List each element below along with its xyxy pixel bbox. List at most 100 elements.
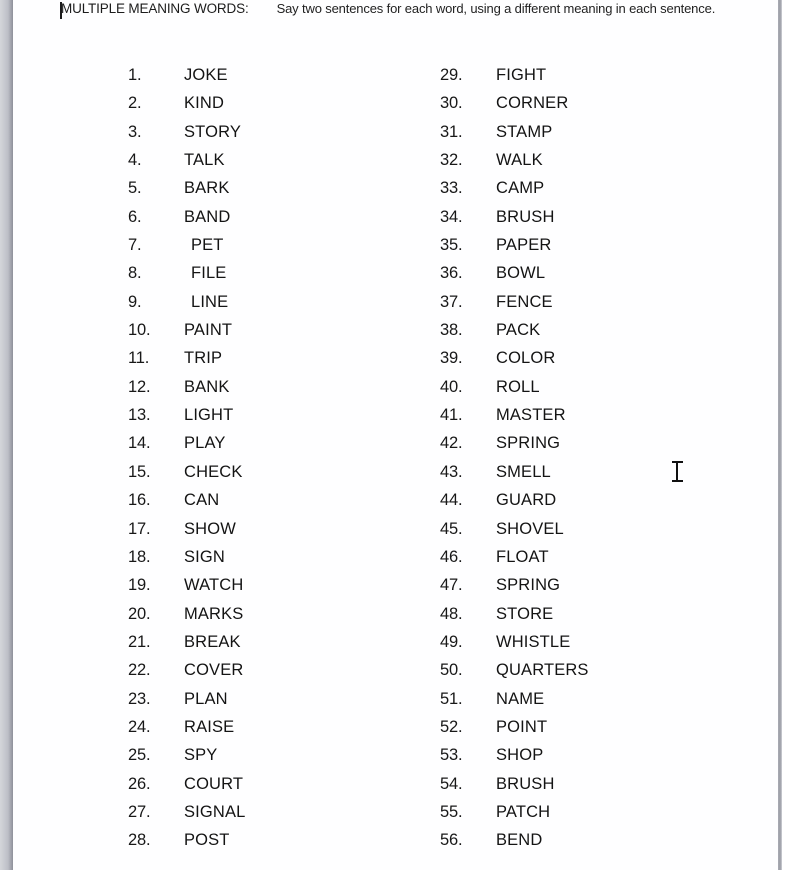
- word-list-item[interactable]: 34. BRUSH: [440, 208, 589, 236]
- word-item-text: STAMP: [496, 122, 553, 141]
- word-item-number: 35.: [440, 236, 463, 255]
- word-item-text: QUARTERS: [496, 661, 589, 680]
- word-list-item[interactable]: 6. BAND: [128, 208, 245, 236]
- word-list-item[interactable]: 2. KIND: [128, 94, 245, 122]
- word-item-text: KIND: [184, 94, 225, 113]
- word-list-item[interactable]: 9. LINE: [128, 293, 245, 321]
- word-list-item[interactable]: 16. CAN: [128, 491, 245, 519]
- word-list-item[interactable]: 32. WALK: [440, 151, 589, 179]
- word-item-number: 55.: [440, 802, 463, 821]
- word-item-number: 11.: [128, 349, 150, 368]
- word-list-item[interactable]: 49. WHISTLE: [440, 633, 589, 661]
- word-list-item[interactable]: 31. STAMP: [440, 123, 589, 151]
- document-page[interactable]: MULTIPLE MEANING WORDS: Say two sentences…: [13, 0, 778, 870]
- word-list-item[interactable]: 18. SIGN: [128, 548, 245, 576]
- word-item-number: 3.: [128, 122, 142, 141]
- word-item-text: BREAK: [184, 632, 241, 651]
- word-item-number: 41.: [440, 406, 463, 425]
- word-list-item[interactable]: 5. BARK: [128, 179, 245, 207]
- word-item-text: BRUSH: [496, 207, 555, 226]
- word-list-item[interactable]: 43. SMELL: [440, 463, 589, 491]
- word-list-item[interactable]: 25. SPY: [128, 746, 245, 774]
- word-item-text: SHOW: [184, 519, 236, 538]
- word-list-item[interactable]: 11. TRIP: [128, 349, 245, 377]
- word-list-item[interactable]: 50. QUARTERS: [440, 661, 589, 689]
- word-item-number: 14.: [128, 434, 151, 453]
- word-item-number: 45.: [440, 519, 463, 538]
- word-list-item[interactable]: 53. SHOP: [440, 746, 589, 774]
- word-list-item[interactable]: 15. CHECK: [128, 463, 245, 491]
- word-item-number: 43.: [440, 462, 463, 481]
- window-left-gutter: [0, 0, 13, 870]
- word-list-item[interactable]: 8. FILE: [128, 264, 245, 292]
- word-list-item[interactable]: 40. ROLL: [440, 378, 589, 406]
- word-item-number: 21.: [128, 632, 151, 651]
- word-list-item[interactable]: 13. LIGHT: [128, 406, 245, 434]
- word-item-number: 6.: [128, 207, 142, 226]
- word-list-item[interactable]: 21. BREAK: [128, 633, 245, 661]
- word-column-left: 1. JOKE 2. KIND 3. STORY 4. TALK 5. BARK 6. BAND 7. P…: [128, 66, 245, 860]
- word-list-item[interactable]: 14. PLAY: [128, 434, 245, 462]
- word-list-item[interactable]: 20. MARKS: [128, 605, 245, 633]
- word-item-number: 52.: [440, 717, 463, 736]
- word-list-item[interactable]: 51. NAME: [440, 690, 589, 718]
- word-item-text: BEND: [496, 831, 543, 850]
- word-item-number: 23.: [128, 689, 151, 708]
- word-list-item[interactable]: 46. FLOAT: [440, 548, 589, 576]
- document-header: MULTIPLE MEANING WORDS: Say two sentences…: [61, 1, 715, 16]
- word-list-item[interactable]: 44. GUARD: [440, 491, 589, 519]
- word-list-item[interactable]: 54. BRUSH: [440, 775, 589, 803]
- word-item-number: 53.: [440, 746, 463, 765]
- word-item-number: 42.: [440, 434, 463, 453]
- word-item-number: 19.: [128, 576, 151, 595]
- word-list-item[interactable]: 28. POST: [128, 831, 245, 859]
- word-list-item[interactable]: 38. PACK: [440, 321, 589, 349]
- word-list-item[interactable]: 27. SIGNAL: [128, 803, 245, 831]
- word-list-item[interactable]: 47. SPRING: [440, 576, 589, 604]
- word-list-item[interactable]: 10. PAINT: [128, 321, 245, 349]
- word-list-item[interactable]: 30. CORNER: [440, 94, 589, 122]
- word-list-item[interactable]: 35. PAPER: [440, 236, 589, 264]
- word-list-item[interactable]: 39. COLOR: [440, 349, 589, 377]
- word-list-item[interactable]: 55. PATCH: [440, 803, 589, 831]
- word-item-number: 30.: [440, 94, 463, 113]
- word-list-item[interactable]: 33. CAMP: [440, 179, 589, 207]
- word-item-text: PAPER: [496, 236, 552, 255]
- header-instruction: Say two sentences for each word, using a…: [276, 1, 716, 16]
- word-list-item[interactable]: 26. COURT: [128, 775, 245, 803]
- word-list-item[interactable]: 37. FENCE: [440, 293, 589, 321]
- word-item-text: WALK: [496, 151, 543, 170]
- word-item-text: PLAN: [184, 689, 228, 708]
- word-item-number: 20.: [128, 604, 151, 623]
- word-item-text: POINT: [496, 717, 548, 736]
- word-list-item[interactable]: 52. POINT: [440, 718, 589, 746]
- word-list-item[interactable]: 1. JOKE: [128, 66, 245, 94]
- word-list-item[interactable]: 19. WATCH: [128, 576, 245, 604]
- word-list-item[interactable]: 3. STORY: [128, 123, 245, 151]
- word-list-item[interactable]: 12. BANK: [128, 378, 245, 406]
- word-item-text: BRUSH: [496, 774, 555, 793]
- word-item-number: 48.: [440, 604, 463, 623]
- word-item-text: MASTER: [496, 406, 566, 425]
- word-list-item[interactable]: 24. RAISE: [128, 718, 245, 746]
- word-list-item[interactable]: 17. SHOW: [128, 520, 245, 548]
- word-list-item[interactable]: 45. SHOVEL: [440, 520, 589, 548]
- word-item-number: 37.: [440, 292, 463, 311]
- word-item-number: 32.: [440, 151, 463, 170]
- word-item-text: SMELL: [496, 462, 551, 481]
- word-list-item[interactable]: 4. TALK: [128, 151, 245, 179]
- word-item-number: 10.: [128, 321, 151, 340]
- word-item-text: SIGNAL: [184, 802, 246, 821]
- word-list-item[interactable]: 42. SPRING: [440, 434, 589, 462]
- word-item-text: POST: [184, 831, 230, 850]
- word-list-item[interactable]: 23. PLAN: [128, 690, 245, 718]
- word-list-item[interactable]: 36. BOWL: [440, 264, 589, 292]
- word-list-item[interactable]: 22. COVER: [128, 661, 245, 689]
- word-list-item[interactable]: 41. MASTER: [440, 406, 589, 434]
- word-list-item[interactable]: 56. BEND: [440, 831, 589, 859]
- word-list-item[interactable]: 7. PET: [128, 236, 245, 264]
- word-item-text: CORNER: [496, 94, 569, 113]
- word-list-item[interactable]: 48. STORE: [440, 605, 589, 633]
- word-list-item[interactable]: 29. FIGHT: [440, 66, 589, 94]
- word-item-text: CAMP: [496, 179, 545, 198]
